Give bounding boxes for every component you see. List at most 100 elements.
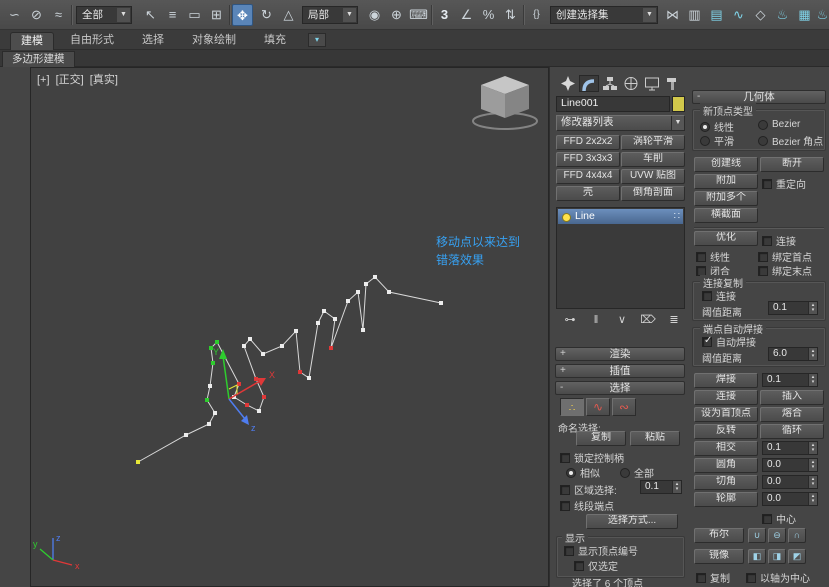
viewcube[interactable]: [467, 72, 543, 132]
checkbox[interactable]: [696, 266, 706, 276]
stack-item-line[interactable]: Line ∷: [558, 209, 683, 224]
pin-stack-icon[interactable]: ⊶: [558, 313, 582, 328]
use-pivot-center-icon[interactable]: ◉: [364, 4, 385, 26]
hierarchy-tab-icon[interactable]: [600, 75, 620, 92]
spinner-snap-icon[interactable]: ⇅: [500, 4, 521, 26]
vertex-type-smooth-radio[interactable]: 平滑: [700, 133, 734, 148]
threshold-spinner[interactable]: 0.1 ▴▾: [768, 301, 818, 315]
select-and-link-icon[interactable]: ∽: [4, 4, 25, 26]
motion-tab-icon[interactable]: [621, 75, 641, 92]
ribbon-options-icon[interactable]: ▾: [308, 33, 326, 47]
segment-mode-icon[interactable]: ∿: [586, 398, 610, 416]
checkbox[interactable]: [702, 337, 712, 347]
modifier-stack[interactable]: Line ∷: [556, 207, 685, 309]
boolean-button[interactable]: 布尔: [694, 528, 744, 543]
alike-radio[interactable]: 相似: [566, 465, 600, 480]
checkbox[interactable]: [762, 236, 772, 246]
window-crossing-icon[interactable]: ⊞: [206, 4, 227, 26]
utilities-tab-icon[interactable]: [663, 75, 683, 92]
reverse-button[interactable]: 反转: [694, 424, 758, 439]
center-checkbox[interactable]: 中心: [762, 511, 796, 526]
auto-weld-checkbox[interactable]: 自动焊接: [702, 334, 756, 349]
area-selection-checkbox[interactable]: 区域选择:: [560, 482, 617, 497]
tab-populate[interactable]: 填充: [254, 32, 296, 50]
boolean-intersect-icon[interactable]: ∩: [788, 528, 806, 543]
radio[interactable]: [700, 136, 710, 146]
bind-to-spacewarp-icon[interactable]: ≈: [48, 4, 69, 26]
fillet-spinner[interactable]: 0.0 ▴▾: [762, 458, 818, 472]
viewport[interactable]: [+] [正交] [真实]: [30, 67, 549, 587]
checkbox[interactable]: [762, 179, 772, 189]
select-by-button[interactable]: 选择方式...: [586, 514, 678, 529]
checkbox[interactable]: [696, 252, 706, 262]
radio[interactable]: [620, 468, 630, 478]
area-selection-spinner[interactable]: 0.1 ▴▾: [640, 480, 682, 494]
rollout-geometry[interactable]: - 几何体: [692, 90, 826, 104]
copy-button[interactable]: 复制: [576, 431, 626, 446]
spline-vertices[interactable]: [136, 275, 443, 464]
chamfer-spinner[interactable]: 0.0 ▴▾: [762, 475, 818, 489]
mirror-copy-checkbox[interactable]: 复制: [696, 570, 730, 585]
vertex-mode-icon[interactable]: ∴: [560, 398, 584, 416]
stack-subobject-icon[interactable]: ∷: [674, 209, 680, 224]
modifier-button-bevel-profile[interactable]: 倒角剖面: [621, 186, 685, 201]
spline-scene[interactable]: Y X z z x y: [31, 68, 548, 586]
select-and-scale-icon[interactable]: △: [278, 4, 299, 26]
modifier-button-ffd2[interactable]: FFD 2x2x2: [556, 135, 620, 150]
create-tab-icon[interactable]: [558, 75, 578, 92]
render-setup-icon[interactable]: ♨: [772, 4, 793, 26]
align-icon[interactable]: ▥: [684, 4, 705, 26]
weld-button[interactable]: 焊接: [694, 373, 758, 388]
rectangular-selection-icon[interactable]: ▭: [184, 4, 205, 26]
select-by-name-icon[interactable]: ≡: [162, 4, 183, 26]
move-gizmo[interactable]: Y X z: [213, 347, 275, 433]
checkbox[interactable]: [758, 252, 768, 262]
mirror-h-icon[interactable]: ◧: [748, 549, 766, 564]
insert-button[interactable]: 插入: [760, 390, 824, 405]
radio[interactable]: [758, 120, 768, 130]
percent-snap-icon[interactable]: %: [478, 4, 499, 26]
checkbox[interactable]: [758, 266, 768, 276]
object-color-swatch[interactable]: [672, 96, 685, 112]
mirror-icon[interactable]: ⋈: [662, 4, 683, 26]
modify-tab-icon[interactable]: [579, 75, 599, 92]
chamfer-button[interactable]: 切角: [694, 475, 758, 490]
object-name-field[interactable]: Line001: [556, 96, 670, 112]
angle-snap-icon[interactable]: ∠: [456, 4, 477, 26]
checkbox[interactable]: [746, 573, 756, 583]
remove-modifier-icon[interactable]: ⌦: [636, 313, 660, 328]
mirror-v-icon[interactable]: ◨: [768, 549, 786, 564]
fuse-button[interactable]: 熔合: [760, 407, 824, 422]
coordinate-system-dropdown[interactable]: 局部 ▼: [302, 6, 358, 24]
keyboard-override-icon[interactable]: ⌨: [408, 4, 429, 26]
linear-checkbox[interactable]: 线性: [696, 249, 730, 264]
modifier-button-uvwmap[interactable]: UVW 贴图: [621, 169, 685, 184]
radio[interactable]: [700, 122, 710, 132]
boolean-union-icon[interactable]: ∪: [748, 528, 766, 543]
outline-spinner[interactable]: 0.0 ▴▾: [762, 492, 818, 506]
modifier-button-ffd3[interactable]: FFD 3x3x3: [556, 152, 620, 167]
cross-insert-spinner[interactable]: 0.1 ▴▾: [762, 441, 818, 455]
show-end-result-icon[interactable]: ‖: [584, 313, 608, 328]
modifier-button-lathe[interactable]: 车削: [621, 152, 685, 167]
all-radio[interactable]: 全部: [620, 465, 654, 480]
break-button[interactable]: 断开: [760, 157, 824, 172]
radio[interactable]: [566, 468, 576, 478]
vertex-type-bezier-corner-radio[interactable]: Bezier 角点: [758, 133, 823, 148]
refine-connect-checkbox[interactable]: 连接: [762, 233, 796, 248]
rollout-interpolation[interactable]: + 插值: [555, 364, 685, 378]
bind-first-checkbox[interactable]: 绑定首点: [758, 249, 812, 264]
checkbox[interactable]: [702, 291, 712, 301]
modifier-button-turbosmooth[interactable]: 涡轮平滑: [621, 135, 685, 150]
fillet-button[interactable]: 圆角: [694, 458, 758, 473]
bind-last-checkbox[interactable]: 绑定末点: [758, 263, 812, 278]
attach-mult-button[interactable]: 附加多个: [694, 191, 758, 206]
weld-threshold-spinner[interactable]: 6.0 ▴▾: [768, 347, 818, 361]
configure-modifier-sets-icon[interactable]: ≣: [662, 313, 686, 328]
snap-toggle-icon[interactable]: 3: [434, 4, 455, 26]
select-and-move-icon[interactable]: ✥: [232, 4, 253, 26]
unlink-selection-icon[interactable]: ⊘: [26, 4, 47, 26]
checkbox[interactable]: [560, 453, 570, 463]
tab-freeform[interactable]: 自由形式: [60, 32, 124, 50]
rollout-rendering[interactable]: + 渲染: [555, 347, 685, 361]
